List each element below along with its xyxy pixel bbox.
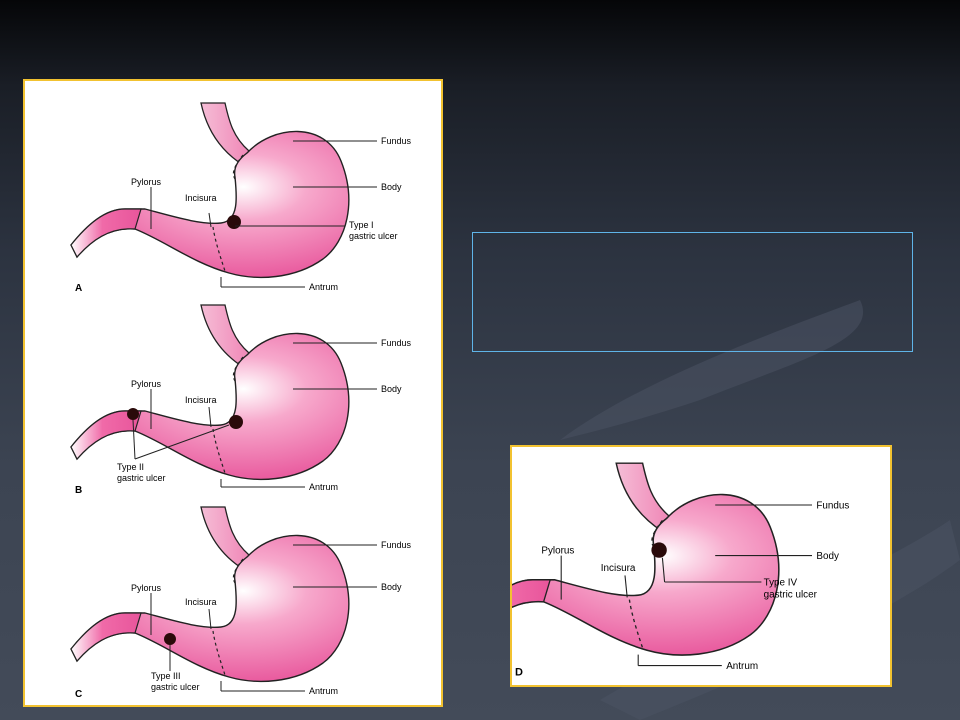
panel-letter: C xyxy=(75,689,82,700)
stomach-outline xyxy=(70,534,350,683)
duodenum xyxy=(70,208,142,259)
label-ulcer-type: Type IV xyxy=(764,577,798,588)
label-pylorus: Pylorus xyxy=(131,379,162,389)
duodenum xyxy=(70,612,142,663)
label-fundus: Fundus xyxy=(381,136,412,146)
label-ulcer-name: gastric ulcer xyxy=(764,589,818,600)
diagram-a: Fundus Body Pylorus Incisura Type I gast… xyxy=(70,102,412,294)
label-fundus: Fundus xyxy=(381,540,412,550)
label-body: Body xyxy=(381,182,402,192)
label-ulcer-name: gastric ulcer xyxy=(117,473,166,483)
stomach-outline xyxy=(70,332,350,481)
diagram-c: Fundus Body Pylorus Incisura Type III ga… xyxy=(70,506,412,700)
panel-letter: D xyxy=(515,667,523,679)
label-ulcer-name: gastric ulcer xyxy=(349,231,398,241)
label-fundus: Fundus xyxy=(381,338,412,348)
label-antrum: Antrum xyxy=(309,686,338,696)
label-body: Body xyxy=(381,582,402,592)
panel-letter: B xyxy=(75,485,82,496)
label-body: Body xyxy=(816,551,839,562)
ulcer-type-i xyxy=(227,215,241,229)
ulcer-type-ii xyxy=(229,415,243,429)
label-antrum: Antrum xyxy=(309,282,338,292)
label-incisura: Incisura xyxy=(185,597,217,607)
duodenum xyxy=(512,579,552,608)
ulcer-duodenal xyxy=(127,408,139,420)
ulcer-type-iii xyxy=(164,633,176,645)
label-incisura: Incisura xyxy=(601,563,636,574)
stomach-diagrams-abc: Fundus Body Pylorus Incisura Type I gast… xyxy=(70,102,412,700)
diagram-panel-d: Fundus Body Pylorus Incisura Type IV gas… xyxy=(510,445,892,687)
label-ulcer-name: gastric ulcer xyxy=(151,682,200,692)
label-fundus: Fundus xyxy=(816,500,849,511)
label-ulcer-type: Type I xyxy=(349,220,374,230)
diagram-panel-abc: Fundus Body Pylorus Incisura Type I gast… xyxy=(23,79,443,707)
label-body: Body xyxy=(381,384,402,394)
label-pylorus: Pylorus xyxy=(541,545,574,556)
label-pylorus: Pylorus xyxy=(131,177,162,187)
stomach-diagram-d: Fundus Body Pylorus Incisura Type IV gas… xyxy=(512,462,849,679)
label-incisura: Incisura xyxy=(185,193,217,203)
label-ulcer-type: Type III xyxy=(151,671,181,681)
ulcer-type-iv xyxy=(651,542,667,558)
label-antrum: Antrum xyxy=(309,482,338,492)
panel-letter: A xyxy=(75,283,82,294)
label-pylorus: Pylorus xyxy=(131,583,162,593)
label-antrum: Antrum xyxy=(726,661,758,672)
empty-text-box[interactable] xyxy=(472,232,913,352)
label-ulcer-type: Type II xyxy=(117,462,144,472)
stomach-outline xyxy=(70,130,350,279)
diagram-d: Fundus Body Pylorus Incisura Type IV gas… xyxy=(512,462,849,679)
diagram-b: Fundus Body Pylorus Incisura Type II gas… xyxy=(70,304,412,496)
label-incisura: Incisura xyxy=(185,395,217,405)
